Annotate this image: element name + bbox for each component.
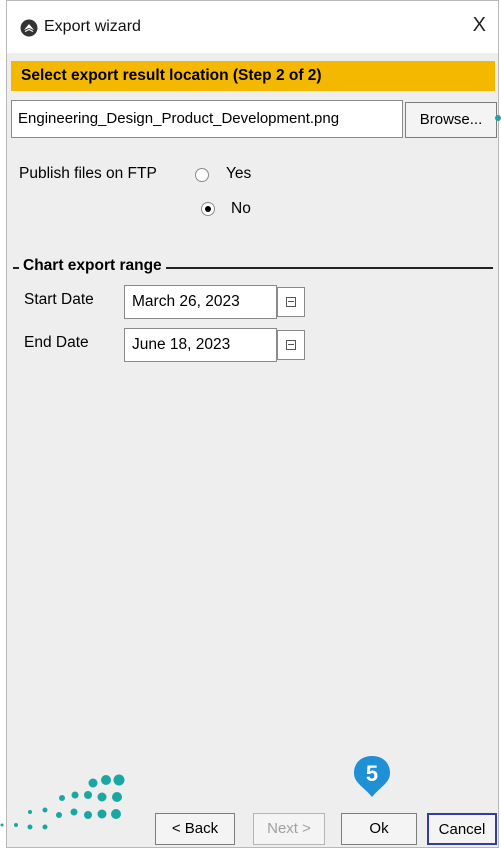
close-icon[interactable]: X [473, 14, 486, 37]
export-path-value: Engineering_Design_Product_Development.p… [18, 110, 340, 127]
ok-button[interactable]: Ok [341, 813, 417, 845]
end-date-field[interactable]: June 18, 2023 [124, 328, 277, 362]
chart-export-range-title: Chart export range [19, 257, 166, 275]
end-date-label: End Date [24, 334, 89, 351]
radio-ftp-no-label[interactable]: No [231, 200, 251, 218]
export-wizard-icon [20, 19, 38, 37]
end-date-calendar-icon[interactable] [277, 330, 305, 360]
step-banner: Select export result location (Step 2 of… [11, 61, 495, 91]
export-path-field[interactable]: Engineering_Design_Product_Development.p… [11, 100, 403, 138]
publish-ftp-label: Publish files on FTP [19, 165, 157, 182]
next-button: Next > [253, 813, 325, 845]
window-title: Export wizard [44, 18, 141, 35]
cancel-button[interactable]: Cancel [427, 813, 497, 845]
radio-ftp-yes-label[interactable]: Yes [226, 165, 251, 183]
back-button[interactable]: < Back [155, 813, 235, 845]
side-marker-dot [495, 115, 501, 121]
start-date-label: Start Date [24, 291, 94, 308]
radio-ftp-no[interactable] [201, 202, 215, 216]
browse-button[interactable]: Browse... [405, 102, 497, 138]
export-wizard-window: Export wizard X Select export result loc… [6, 0, 499, 848]
start-date-calendar-icon[interactable] [277, 287, 305, 317]
start-date-field[interactable]: March 26, 2023 [124, 285, 277, 319]
step-number: 5 [365, 761, 379, 786]
logo-dots-icon [0, 774, 125, 830]
title-bar: Export wizard X [7, 1, 498, 53]
radio-ftp-yes[interactable] [195, 168, 209, 182]
